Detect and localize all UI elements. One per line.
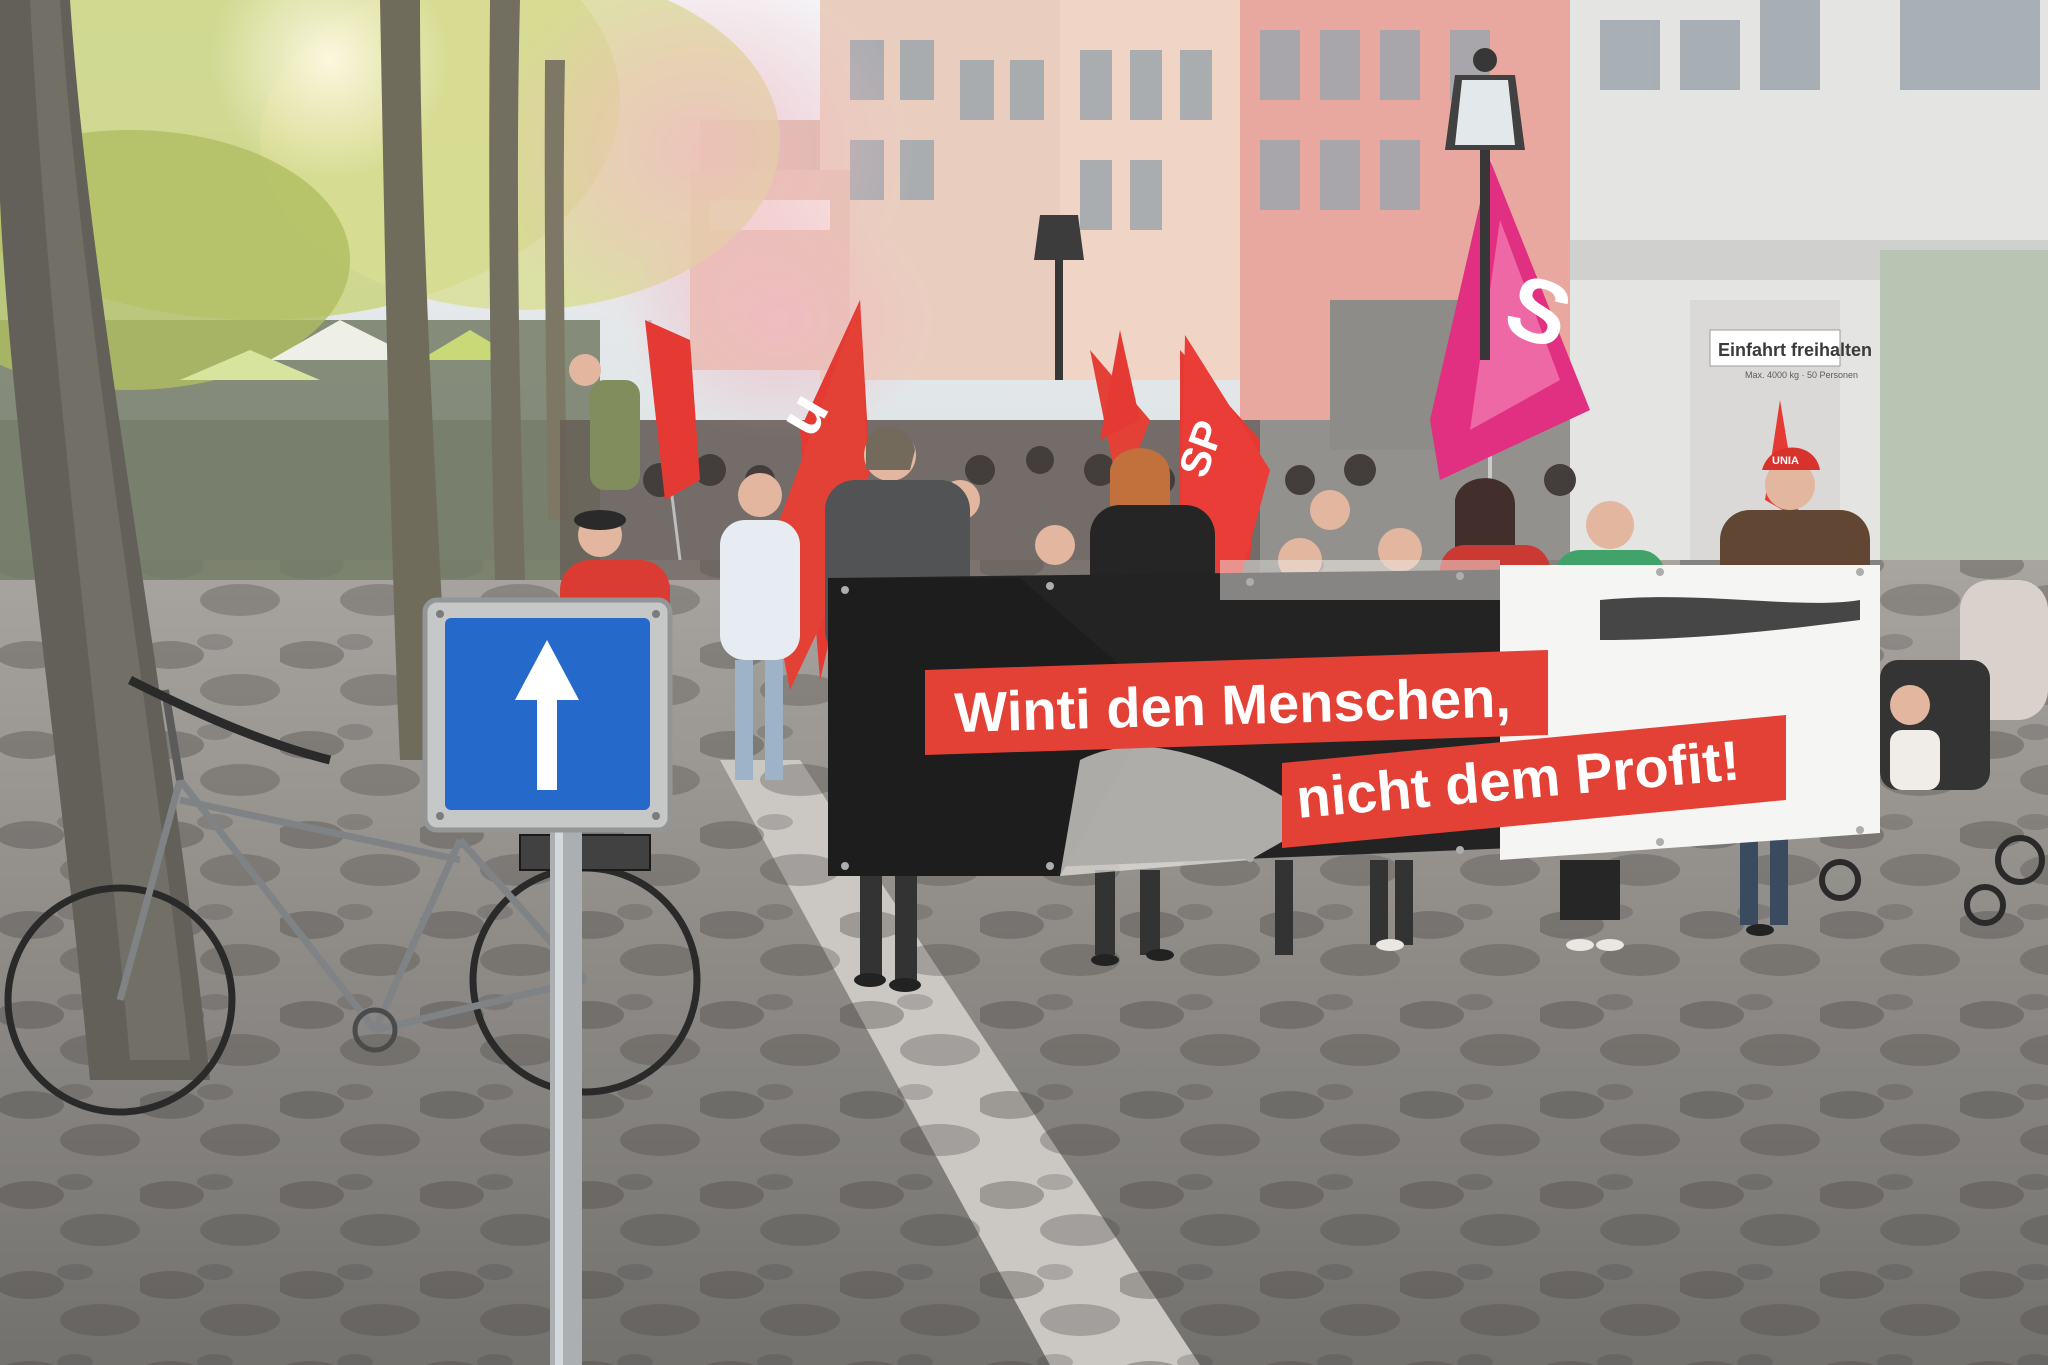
scene-svg: SP S u UNIA Winti den Menschen, nicht de… — [0, 0, 2048, 1365]
photo-scene: SP S u UNIA Winti den Menschen, nicht de… — [0, 0, 2048, 1365]
